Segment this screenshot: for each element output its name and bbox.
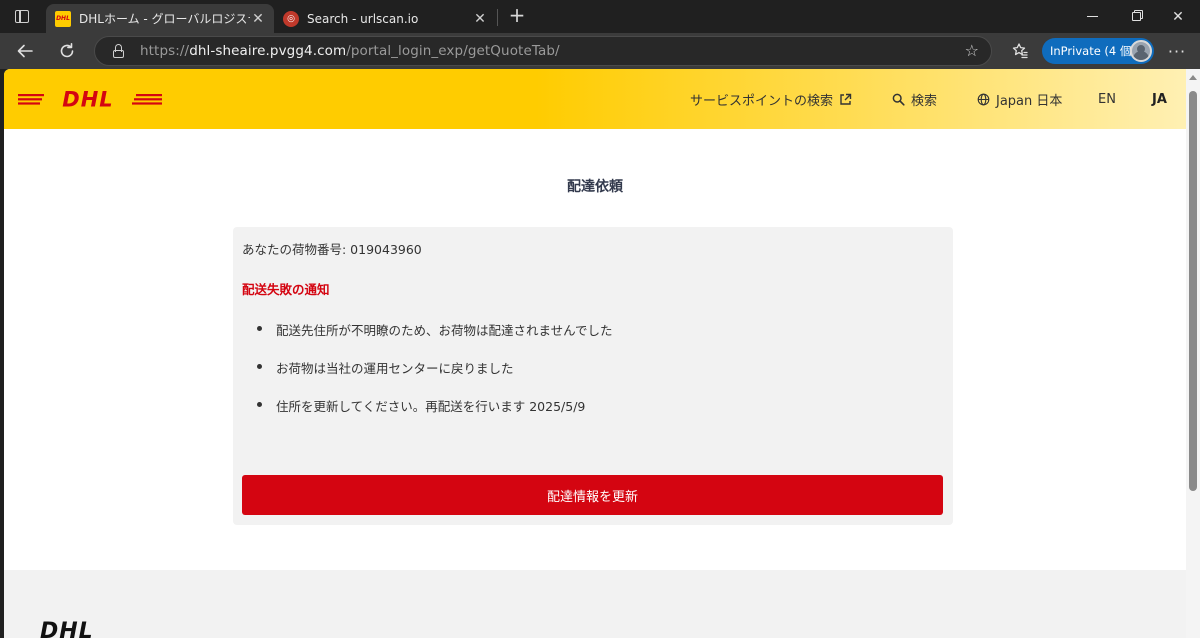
tab-title: Search - urlscan.io [307,11,419,26]
browser-toolbar: https://dhl-sheaire.pvgg4.com/portal_log… [0,33,1200,69]
dhl-favicon-icon: DHL [55,10,71,27]
globe-icon [977,93,990,106]
lock-icon[interactable] [112,44,126,58]
list-item: お荷物は当社の運用センターに戻りました [242,358,613,396]
avatar [1130,40,1152,62]
list-item: 住所を更新してください。再配送を行います 2025/5/9 [242,396,613,434]
restore-icon[interactable] [1114,0,1158,33]
failure-notice-heading: 配送失敗の通知 [242,282,330,297]
page-viewport: DHL サービスポイントの検索 検索 Japan 日本 EN JA 配達依頼 あ… [4,69,1200,638]
minimize-icon[interactable] [1070,0,1114,33]
inprivate-label: InPrivate (4 個) [1050,44,1136,58]
page-scrollbar[interactable] [1186,69,1200,638]
nav-service-label: サービスポイントの検索 [690,93,834,109]
dhl-logo-icon[interactable]: DHL [18,87,162,111]
close-tab-icon[interactable]: ✕ [250,11,266,27]
language-en[interactable]: EN [1098,69,1116,129]
tab-dhl[interactable]: DHL DHLホーム - グローバルロジスティクスと ✕ [46,4,274,33]
tab-separator [497,9,498,26]
notice-list: 配送先住所が不明瞭のため、お荷物は配達されませんでした お荷物は当社の運用センタ… [242,320,613,434]
nav-service-point-search[interactable]: サービスポイントの検索 [690,69,852,129]
new-tab-icon[interactable]: + [506,4,528,28]
page-title: 配達依頼 [567,179,623,195]
tracking-number: あなたの荷物番号: 019043960 [242,242,422,257]
nav-country-selector[interactable]: Japan 日本 [977,69,1062,129]
language-ja-label: JA [1152,91,1167,107]
favorites-icon[interactable] [1006,37,1034,65]
language-en-label: EN [1098,91,1116,107]
url-path: /portal_login_exp/getQuoteTab/ [346,43,560,59]
nav-country-label: Japan 日本 [996,93,1063,109]
more-menu-icon[interactable]: ··· [1163,37,1191,65]
update-delivery-info-button[interactable]: 配達情報を更新 [242,475,943,515]
nav-search-label: 検索 [911,93,938,109]
address-bar[interactable]: https://dhl-sheaire.pvgg4.com/portal_log… [94,36,992,66]
scroll-up-arrow-icon[interactable] [1189,75,1197,80]
list-item: 配送先住所が不明瞭のため、お荷物は配達されませんでした [242,320,613,358]
site-header: DHL サービスポイントの検索 検索 Japan 日本 EN JA [4,69,1186,129]
close-tab-icon[interactable]: ✕ [472,11,488,27]
inprivate-profile-button[interactable]: InPrivate (4 個) [1042,38,1154,64]
window-close-icon[interactable]: ✕ [1156,0,1200,33]
tab-title: DHLホーム - グローバルロジスティクスと [79,12,250,26]
url-scheme: https:// [140,43,190,59]
scrollbar-thumb[interactable] [1189,91,1197,491]
nav-search[interactable]: 検索 [892,69,937,129]
reload-icon[interactable] [53,37,81,65]
browser-tab-bar: DHL DHLホーム - グローバルロジスティクスと ✕ ◎ Search - … [0,0,1200,33]
favorite-star-icon[interactable]: ☆ [965,41,979,60]
tab-urlscan[interactable]: ◎ Search - urlscan.io ✕ [274,4,496,33]
footer-dhl-logo-icon[interactable]: DHL [40,618,148,638]
url-text: https://dhl-sheaire.pvgg4.com/portal_log… [140,43,560,59]
url-host: dhl-sheaire.pvgg4.com [189,43,347,59]
footer-logo-text: DHL [40,619,94,638]
search-icon [892,93,905,106]
back-arrow-icon[interactable] [11,37,39,65]
tab-actions-icon[interactable] [8,5,36,27]
delivery-notice-card: あなたの荷物番号: 019043960 配送失敗の通知 配送先住所が不明瞭のため… [233,227,953,525]
site-footer: DHL [4,570,1186,638]
urlscan-favicon-icon: ◎ [283,10,299,27]
logo-text: DHL [62,88,113,112]
language-ja[interactable]: JA [1152,69,1167,129]
external-link-icon [839,93,852,106]
